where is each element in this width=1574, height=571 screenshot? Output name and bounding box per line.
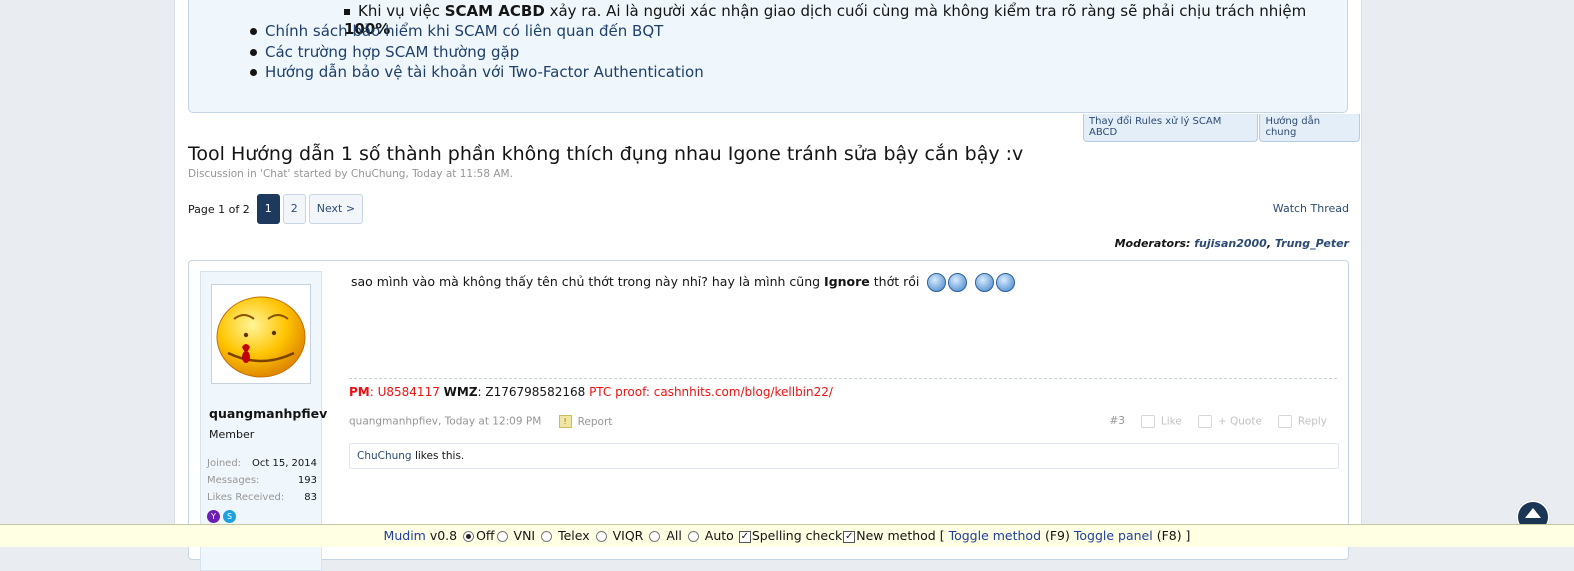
smiley-icon bbox=[975, 273, 995, 292]
smiley-icon bbox=[996, 273, 1016, 292]
contact-icons: Y S bbox=[207, 510, 239, 523]
like-button[interactable]: Like bbox=[1140, 415, 1182, 428]
thread-title: Tool Hướng dẫn 1 số thành phần không thí… bbox=[188, 143, 1024, 165]
tab-general-guide[interactable]: Hướng dẫn chung bbox=[1259, 114, 1360, 142]
smilies bbox=[927, 273, 1017, 292]
post-message: sao mình vào mà không thấy tên chủ thớt … bbox=[351, 273, 1017, 292]
stat-joined: Joined: Oct 15, 2014 bbox=[207, 458, 317, 469]
pagination: Page 1 of 2 1 2 Next > bbox=[188, 194, 366, 224]
mudim-brand[interactable]: Mudim bbox=[384, 528, 426, 543]
radio-vni[interactable] bbox=[496, 531, 508, 542]
radio-all[interactable] bbox=[649, 531, 661, 542]
notice-link-scam-cases[interactable]: Các trường hợp SCAM thường gặp bbox=[250, 42, 704, 63]
bullet-icon bbox=[250, 69, 257, 76]
likes-summary: ChuChung likes this. bbox=[349, 443, 1339, 469]
moderator-link[interactable]: Trung_Peter bbox=[1275, 237, 1349, 250]
bullet-icon bbox=[250, 48, 257, 56]
mudim-panel: Mudim v0.8 Off VNI Telex VIQR All Auto ✓… bbox=[0, 524, 1574, 547]
notice-box: Khi vụ việc SCAM ACBD xảy ra. Ai là ngườ… bbox=[188, 0, 1348, 113]
spelling-check-checkbox[interactable]: ✓ bbox=[738, 530, 751, 543]
notice-links: Chính sách bảo hiểm khi SCAM có liên qua… bbox=[250, 21, 704, 83]
thread-meta: Discussion in 'Chat' started by ChuChung… bbox=[188, 168, 513, 180]
radio-viqr[interactable] bbox=[595, 531, 607, 542]
radio-auto[interactable] bbox=[687, 531, 699, 542]
avatar-smiley-icon bbox=[216, 296, 306, 378]
radio-telex[interactable] bbox=[541, 531, 553, 542]
username[interactable]: quangmanhpfiev bbox=[209, 406, 327, 421]
signature-link[interactable]: PTC proof: cashnhits.com/blog/kellbin22/ bbox=[589, 385, 833, 399]
forum-page: Khi vụ việc SCAM ACBD xảy ra. Ai là ngườ… bbox=[174, 0, 1362, 571]
reply-icon bbox=[1277, 415, 1292, 428]
post-actions: #3 Like + Quote Reply bbox=[1109, 415, 1337, 428]
stat-messages: Messages: 193 bbox=[207, 475, 317, 486]
bullet-icon bbox=[250, 28, 257, 35]
post-author-date[interactable]: quangmanhpfiev, Today at 12:09 PM bbox=[349, 416, 541, 428]
skype-icon[interactable]: S bbox=[223, 510, 236, 523]
page-1-button[interactable]: 1 bbox=[256, 194, 280, 224]
new-method-checkbox[interactable]: ✓ bbox=[843, 530, 856, 543]
avatar[interactable] bbox=[211, 284, 311, 384]
user-title: Member bbox=[209, 428, 255, 441]
user-stats: Joined: Oct 15, 2014 Messages: 193 Likes R… bbox=[207, 455, 317, 506]
yahoo-icon[interactable]: Y bbox=[207, 510, 220, 523]
likes-user-link[interactable]: ChuChung bbox=[357, 450, 412, 462]
square-bullet-icon bbox=[344, 8, 350, 15]
post-meta: quangmanhpfiev, Today at 12:09 PM ! Repor… bbox=[349, 415, 1337, 428]
reply-button[interactable]: Reply bbox=[1277, 415, 1327, 428]
report-button[interactable]: ! Report bbox=[558, 415, 612, 428]
notice-link-insurance[interactable]: Chính sách bảo hiểm khi SCAM có liên qua… bbox=[250, 21, 704, 42]
radio-off[interactable] bbox=[463, 531, 475, 542]
quote-button[interactable]: + Quote bbox=[1197, 415, 1262, 428]
smiley-icon bbox=[927, 273, 947, 292]
thumbs-up-icon bbox=[1140, 415, 1155, 428]
toggle-panel-link[interactable]: Toggle panel bbox=[1074, 528, 1153, 543]
quote-icon bbox=[1197, 415, 1212, 428]
notice-link-2fa[interactable]: Hướng dẫn bảo vệ tài khoản với Two-Facto… bbox=[250, 62, 704, 83]
moderators: Moderators: fujisan2000, Trung_Peter bbox=[1114, 237, 1349, 250]
next-page-button[interactable]: Next > bbox=[308, 194, 364, 224]
tab-scam-rules[interactable]: Thay đổi Rules xử lý SCAM ABCD bbox=[1083, 114, 1259, 142]
signature: PM: U8584117 WMZ: Z176798582168 PTC proo… bbox=[349, 385, 833, 399]
signature-divider bbox=[349, 378, 1337, 379]
post: quangmanhpfiev Member Joined: Oct 15, 201… bbox=[188, 260, 1349, 571]
warning-icon: ! bbox=[558, 415, 572, 428]
smiley-icon bbox=[948, 273, 968, 292]
toggle-method-link[interactable]: Toggle method bbox=[949, 528, 1041, 543]
arrow-up-icon bbox=[1525, 508, 1541, 518]
post-number[interactable]: #3 bbox=[1109, 415, 1124, 428]
stat-likes: Likes Received: 83 bbox=[207, 492, 317, 503]
watch-thread-link[interactable]: Watch Thread bbox=[1273, 202, 1349, 215]
notice-tabs: Thay đổi Rules xử lý SCAM ABCD Hướng dẫn… bbox=[1083, 114, 1361, 142]
moderator-link[interactable]: fujisan2000 bbox=[1194, 237, 1267, 250]
page-2-button[interactable]: 2 bbox=[282, 194, 306, 224]
page-label: Page 1 of 2 bbox=[188, 202, 250, 216]
